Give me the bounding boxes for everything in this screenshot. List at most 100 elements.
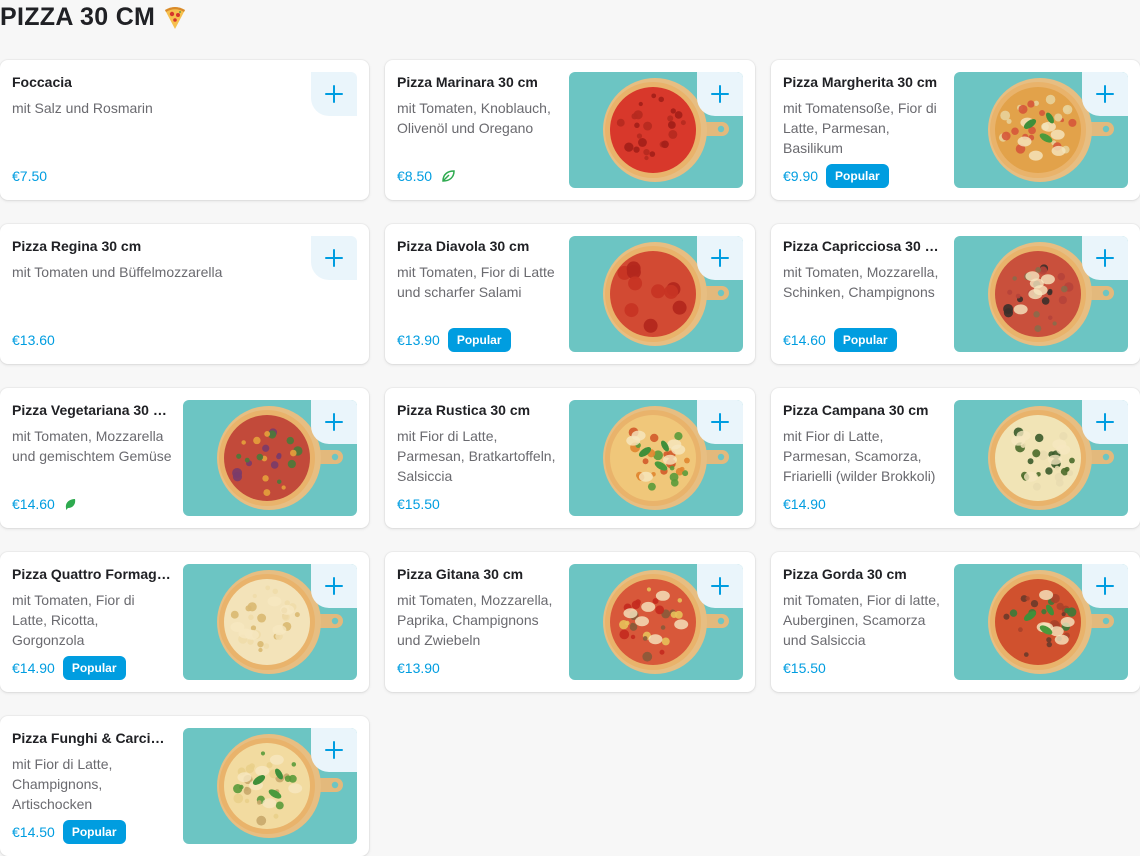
menu-item-price: €7.50 [12,168,48,184]
menu-item-card[interactable]: Pizza Quattro Formaggi 30 cm mit Tomaten,… [0,552,369,692]
menu-item-price: €14.50 [12,824,55,840]
menu-item-description: mit Salz und Rosmarin [12,100,153,116]
vegetarian-icon [65,499,76,510]
menu-item-price-row: €13.60 [12,328,302,352]
menu-item-description: mit Tomaten, Fior di latte, Auberginen, … [783,592,940,648]
menu-item-name: Pizza Margherita 30 cm [783,74,938,90]
menu-item-description: mit Tomaten, Fior di Latte, Ricotta, Gor… [12,592,135,648]
add-to-cart-button[interactable] [697,236,743,280]
menu-item-info: Pizza Funghi & Carciofi 30 cm mit Fior di… [12,728,172,844]
plus-icon [1096,85,1114,103]
add-to-cart-button[interactable] [1082,564,1128,608]
menu-item-price: €14.90 [12,660,55,676]
add-to-cart-button[interactable] [1082,72,1128,116]
menu-item-price-row: €13.90 [397,656,557,680]
menu-item-card[interactable]: Foccacia mit Salz und Rosmarin €7.50 [0,60,369,200]
plus-icon [1096,249,1114,267]
add-to-cart-button[interactable] [311,236,357,280]
menu-item-card[interactable]: Pizza Marinara 30 cm mit Tomaten, Knoblau… [385,60,755,200]
menu-item-info: Pizza Marinara 30 cm mit Tomaten, Knoblau… [397,72,557,188]
menu-item-card[interactable]: Pizza Diavola 30 cm mit Tomaten, Fior di … [385,224,755,364]
plus-icon [325,577,343,595]
menu-item-description: mit Tomaten, Fior di Latte und scharfer … [397,264,555,300]
add-to-cart-button[interactable] [311,564,357,608]
menu-item-card[interactable]: Pizza Capricciosa 30 cm mit Tomaten, Mozz… [771,224,1140,364]
plus-icon [325,741,343,759]
menu-item-name: Pizza Rustica 30 cm [397,402,531,418]
menu-item-name: Pizza Capricciosa 30 cm [783,238,943,254]
menu-item-price: €13.60 [12,332,55,348]
menu-item-name: Pizza Gorda 30 cm [783,566,907,582]
menu-item-info: Pizza Rustica 30 cm mit Fior di Latte, Pa… [397,400,557,516]
menu-item-description: mit Tomaten, Knoblauch, Olivenöl und Ore… [397,100,551,136]
menu-item-price-row: €14.60 Popular [783,328,943,352]
menu-item-description: mit Tomaten, Mozzarella, Schinken, Champ… [783,264,939,300]
menu-item-price-row: €13.90 Popular [397,328,557,352]
menu-item-info: Pizza Gitana 30 cm mit Tomaten, Mozzarell… [397,564,557,680]
menu-item-grid: Foccacia mit Salz und Rosmarin €7.50 Pizza … [0,60,1140,856]
menu-item-description: mit Tomaten, Mozzarella und gemischtem G… [12,428,172,464]
section-title-text: PIZZA 30 CM [0,2,156,31]
menu-item-card[interactable]: Pizza Funghi & Carciofi 30 cm mit Fior di… [0,716,369,856]
plus-icon [325,249,343,267]
menu-item-info: Pizza Quattro Formaggi 30 cm mit Tomaten,… [12,564,172,680]
menu-item-card[interactable]: Pizza Rustica 30 cm mit Fior di Latte, Pa… [385,388,755,528]
menu-item-price: €13.90 [397,332,440,348]
popular-badge: Popular [833,328,897,352]
menu-item-name: Pizza Regina 30 cm [12,238,142,254]
menu-item-card[interactable]: Pizza Regina 30 cm mit Tomaten und Büffel… [0,224,369,364]
menu-item-info: Foccacia mit Salz und Rosmarin €7.50 [12,72,302,188]
plus-icon [711,85,729,103]
menu-item-price: €14.60 [783,332,826,348]
add-to-cart-button[interactable] [1082,400,1128,444]
menu-item-name: Pizza Funghi & Carciofi 30 cm [12,730,172,746]
menu-item-description: mit Tomatensoße, Fior di Latte, Parmesan… [783,100,937,156]
menu-item-price: €8.50 [397,168,433,184]
plus-icon [325,85,343,103]
menu-item-price: €15.50 [397,496,440,512]
popular-badge: Popular [826,164,889,188]
plus-icon [711,249,729,267]
menu-item-name: Pizza Campana 30 cm [783,402,929,418]
popular-badge: Popular [62,820,126,844]
plus-icon [325,413,343,431]
plus-icon [711,413,729,431]
menu-item-price-row: €14.90 Popular [12,656,172,680]
menu-item-price-row: €14.60 [12,492,172,516]
plus-icon [711,577,729,595]
add-to-cart-button[interactable] [311,72,357,116]
add-to-cart-button[interactable] [311,400,357,444]
menu-item-info: Pizza Diavola 30 cm mit Tomaten, Fior di … [397,236,557,352]
menu-item-info: Pizza Capricciosa 30 cm mit Tomaten, Mozz… [783,236,943,352]
add-to-cart-button[interactable] [697,564,743,608]
section-title: PIZZA 30 CM [0,0,189,34]
add-to-cart-button[interactable] [697,72,743,116]
menu-item-name: Pizza Gitana 30 cm [397,566,524,582]
popular-badge: Popular [62,656,126,680]
menu-item-price: €9.90 [783,168,819,184]
menu-item-name: Pizza Marinara 30 cm [397,74,538,90]
plus-icon [1096,413,1114,431]
menu-item-price-row: €7.50 [12,164,302,188]
add-to-cart-button[interactable] [1082,236,1128,280]
menu-item-card[interactable]: Pizza Gitana 30 cm mit Tomaten, Mozzarell… [385,552,755,692]
menu-item-price-row: €15.50 [397,492,557,516]
menu-item-card[interactable]: Pizza Vegetariana 30 cm mit Tomaten, Mozz… [0,388,369,528]
menu-item-info: Pizza Margherita 30 cm mit Tomatensoße, F… [783,72,943,188]
add-to-cart-button[interactable] [697,400,743,444]
menu-item-description: mit Fior di Latte, Champignons, Artischo… [12,756,113,812]
menu-item-description: mit Tomaten, Mozzarella, Paprika, Champi… [397,592,553,648]
menu-item-price: €13.90 [397,660,440,676]
menu-item-info: Pizza Campana 30 cm mit Fior di Latte, Pa… [783,400,943,516]
menu-item-card[interactable]: Pizza Campana 30 cm mit Fior di Latte, Pa… [771,388,1140,528]
menu-item-price: €14.90 [783,496,826,512]
menu-item-description: mit Tomaten und Büffelmozzarella [12,264,223,280]
menu-item-card[interactable]: Pizza Gorda 30 cm mit Tomaten, Fior di la… [771,552,1140,692]
add-to-cart-button[interactable] [311,728,357,772]
menu-item-description: mit Fior di Latte, Parmesan, Scamorza, F… [783,428,936,484]
menu-item-price-row: €15.50 [783,656,943,680]
pizza-slice-icon [165,7,186,29]
vegan-leaf-icon [442,170,455,182]
menu-item-card[interactable]: Pizza Margherita 30 cm mit Tomatensoße, F… [771,60,1140,200]
menu-item-info: Pizza Gorda 30 cm mit Tomaten, Fior di la… [783,564,943,680]
